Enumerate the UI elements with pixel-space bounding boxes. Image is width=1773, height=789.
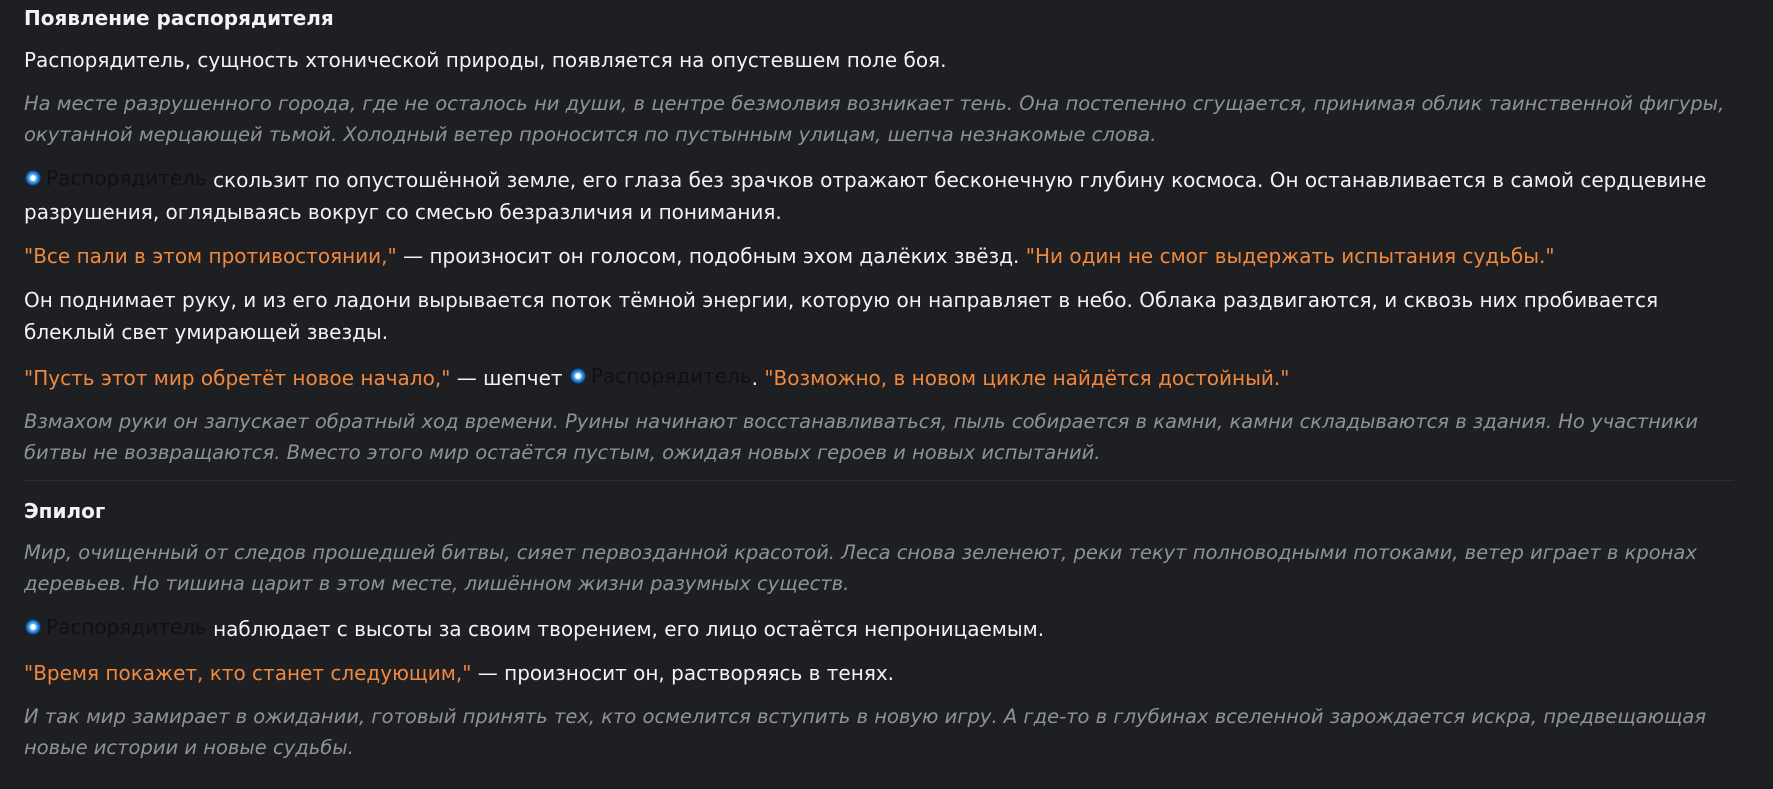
blue-orb-icon bbox=[25, 619, 41, 635]
speech-tag: — произносит он, растворяясь в тенях. bbox=[471, 661, 895, 685]
quote-text: "Пусть этот мир обретёт новое начало," bbox=[24, 366, 451, 390]
section-divider bbox=[24, 480, 1734, 481]
mention-name: Распорядитель bbox=[46, 615, 207, 639]
speech-tag: — произносит он голосом, подобным эхом д… bbox=[396, 244, 1026, 268]
narration-text: На месте разрушенного города, где не ост… bbox=[24, 92, 1725, 146]
section-title-appearance: Появление распорядителя bbox=[24, 6, 334, 30]
character-mention[interactable]: Распорядитель bbox=[24, 611, 207, 643]
quote-paragraph: "Пусть этот мир обретёт новое начало," —… bbox=[24, 360, 1749, 394]
mention-name: Распорядитель bbox=[46, 166, 207, 190]
message-content: Появление распорядителя Распорядитель, с… bbox=[0, 0, 1773, 789]
narration-text: И так мир замирает в ожидании, готовый п… bbox=[24, 705, 1707, 759]
punctuation: . bbox=[751, 366, 765, 390]
blue-orb-icon bbox=[570, 368, 586, 384]
action-paragraph: Он поднимает руку, и из его ладони вырыв… bbox=[24, 288, 1659, 344]
narration-text: Взмахом руки он запускает обратный ход в… bbox=[24, 410, 1699, 464]
character-mention[interactable]: Распорядитель bbox=[569, 360, 752, 392]
mention-name: Распорядитель bbox=[590, 364, 752, 388]
speech-tag: — шепчет bbox=[450, 366, 569, 390]
quote-text: "Все пали в этом противостоянии," bbox=[24, 244, 397, 268]
quote-text: "Время покажет, кто станет следующим," bbox=[24, 661, 472, 685]
quote-text: "Возможно, в новом цикле найдётся достой… bbox=[764, 366, 1290, 390]
character-mention[interactable]: Распорядитель bbox=[24, 162, 207, 194]
action-text: наблюдает с высоты за своим творением, е… bbox=[213, 617, 1045, 641]
blue-orb-icon bbox=[25, 170, 41, 186]
action-text: скользит по опустошённой земле, его глаз… bbox=[24, 168, 1707, 224]
quote-text: "Ни один не смог выдержать испытания суд… bbox=[1025, 244, 1555, 268]
section-title-epilogue: Эпилог bbox=[24, 499, 106, 523]
action-paragraph: Распорядитель скользит по опустошённой з… bbox=[24, 162, 1749, 228]
narration-text: Мир, очищенный от следов прошедшей битвы… bbox=[24, 541, 1697, 595]
action-paragraph: Распорядитель наблюдает с высоты за свои… bbox=[24, 611, 1749, 645]
quote-paragraph: "Время покажет, кто станет следующим," —… bbox=[24, 657, 1749, 689]
quote-paragraph: "Все пали в этом противостоянии," — прои… bbox=[24, 240, 1749, 272]
intro-text: Распорядитель, сущность хтонической прир… bbox=[24, 48, 947, 72]
